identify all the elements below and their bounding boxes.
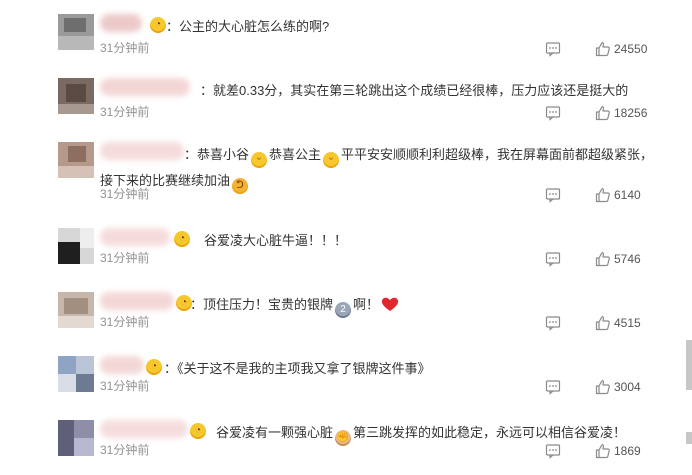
avatar[interactable] — [58, 292, 94, 328]
comment-time: 31分钟前 — [100, 251, 150, 265]
comment-icon[interactable] — [545, 251, 561, 267]
silver-medal-icon: 2 — [335, 302, 352, 318]
comment-icon[interactable] — [545, 41, 561, 57]
avatar[interactable] — [58, 142, 94, 178]
laughing-emoji-icon: ᵕ — [323, 152, 340, 168]
avatar[interactable] — [58, 228, 94, 264]
comment-time: 31分钟前 — [100, 187, 150, 201]
thumbs-up-icon[interactable] — [595, 105, 611, 121]
avatar[interactable] — [58, 78, 94, 114]
comment-item: ◔ ：公主的大心脏怎么练的啊? 31分钟前 24550 — [0, 4, 692, 68]
red-heart-icon — [381, 297, 399, 311]
like-count: 24550 — [614, 42, 648, 56]
avatar[interactable] — [58, 356, 94, 392]
comment-item: ◔ 谷爱凌大心脏牛逼！！！ 31分钟前 5746 — [0, 218, 692, 282]
thumbs-up-icon[interactable] — [595, 315, 611, 331]
comment-text: 谷爱凌有一颗强心脏 ✊ 第三跳发挥的如此稳定，永远可以相信谷爱凌！ — [100, 420, 660, 446]
comment-body-part: 谷爱凌有一颗强心脏 — [216, 425, 334, 440]
comment-item: ◔ ：顶住压力！宝贵的银牌 2 啊！ 31分钟前 4515 — [0, 282, 692, 346]
thumbs-up-icon[interactable] — [595, 41, 611, 57]
thumbs-up-icon[interactable] — [595, 251, 611, 267]
comment-item: ◔ ：《关于这不是我的主项我又拿了银牌这件事》 31分钟前 3004 — [0, 346, 692, 410]
comment-body-part: ：恭喜小谷 — [184, 147, 250, 162]
comment-body: ：《关于这不是我的主项我又拿了银牌这件事》 — [164, 361, 431, 376]
comment-text: ：恭喜小谷 ᵕ 恭喜公主 ᵕ 平平安安顺顺利利超级棒，我在屏幕面前都超级紧张，接下来的比… — [100, 142, 660, 194]
comment-body-part: ：顶住压力！宝贵的银牌 — [190, 297, 334, 312]
comment-text: 谷爱凌大心脏牛逼！！！ — [100, 228, 660, 253]
comment-body-part: 啊！ — [353, 297, 380, 312]
muscle-emoji-icon: ᕤ — [232, 178, 249, 194]
comment-icon[interactable] — [545, 315, 561, 331]
comment-time: 31分钟前 — [100, 379, 150, 393]
comment-time: 31分钟前 — [100, 41, 150, 55]
like-count: 5746 — [614, 252, 641, 266]
comment-body: ：公主的大心脏怎么练的啊? — [166, 19, 330, 34]
comment-icon[interactable] — [545, 443, 561, 459]
scrollbar-track-edge[interactable] — [686, 340, 692, 390]
comment-text: ：顶住压力！宝贵的银牌 2 啊！ — [100, 292, 660, 318]
avatar[interactable] — [58, 14, 94, 50]
comment-text: ：就差0.33分，其实在第三轮跳出这个成绩已经很棒，压力应该还是挺大的 — [100, 78, 660, 103]
fist-bump-emoji-icon: ✊ — [335, 430, 352, 446]
thumbs-up-icon[interactable] — [595, 443, 611, 459]
comment-text: ：《关于这不是我的主项我又拿了银牌这件事》 — [100, 356, 660, 381]
like-count: 18256 — [614, 106, 648, 120]
comment-icon[interactable] — [545, 379, 561, 395]
comment-body-part: 第三跳发挥的如此稳定，永远可以相信谷爱凌！ — [353, 425, 627, 440]
like-count: 4515 — [614, 316, 641, 330]
laughing-emoji-icon: ᵕ — [251, 152, 268, 168]
comment-time: 31分钟前 — [100, 105, 150, 119]
comment-icon[interactable] — [545, 105, 561, 121]
like-count: 6140 — [614, 188, 641, 202]
comment-body: ：就差0.33分，其实在第三轮跳出这个成绩已经很棒，压力应该还是挺大的 — [200, 83, 629, 98]
comment-time: 31分钟前 — [100, 443, 150, 457]
comment-item: ◔ 谷爱凌有一颗强心脏 ✊ 第三跳发挥的如此稳定，永远可以相信谷爱凌！ 31分钟前 … — [0, 410, 692, 474]
like-count: 1869 — [614, 444, 641, 458]
thumbs-up-icon[interactable] — [595, 379, 611, 395]
avatar[interactable] — [58, 420, 94, 456]
scrollbar-track-edge[interactable] — [686, 432, 692, 444]
like-count: 3004 — [614, 380, 641, 394]
comment-body-part: 平平安安顺顺利利超级棒，我在屏幕面前都超级紧张，接下来的比赛继续加油 — [100, 147, 654, 188]
comment-icon[interactable] — [545, 187, 561, 203]
comment-text: ：公主的大心脏怎么练的啊? — [100, 14, 660, 39]
comment-item: ：恭喜小谷 ᵕ 恭喜公主 ᵕ 平平安安顺顺利利超级棒，我在屏幕面前都超级紧张，接下来的比… — [0, 132, 692, 203]
comment-item: ：就差0.33分，其实在第三轮跳出这个成绩已经很棒，压力应该还是挺大的 31分钟… — [0, 68, 692, 132]
comment-body-part: 恭喜公主 — [269, 147, 322, 162]
comment-time: 31分钟前 — [100, 315, 150, 329]
comment-body: 谷爱凌大心脏牛逼！！！ — [204, 233, 348, 248]
thumbs-up-icon[interactable] — [595, 187, 611, 203]
